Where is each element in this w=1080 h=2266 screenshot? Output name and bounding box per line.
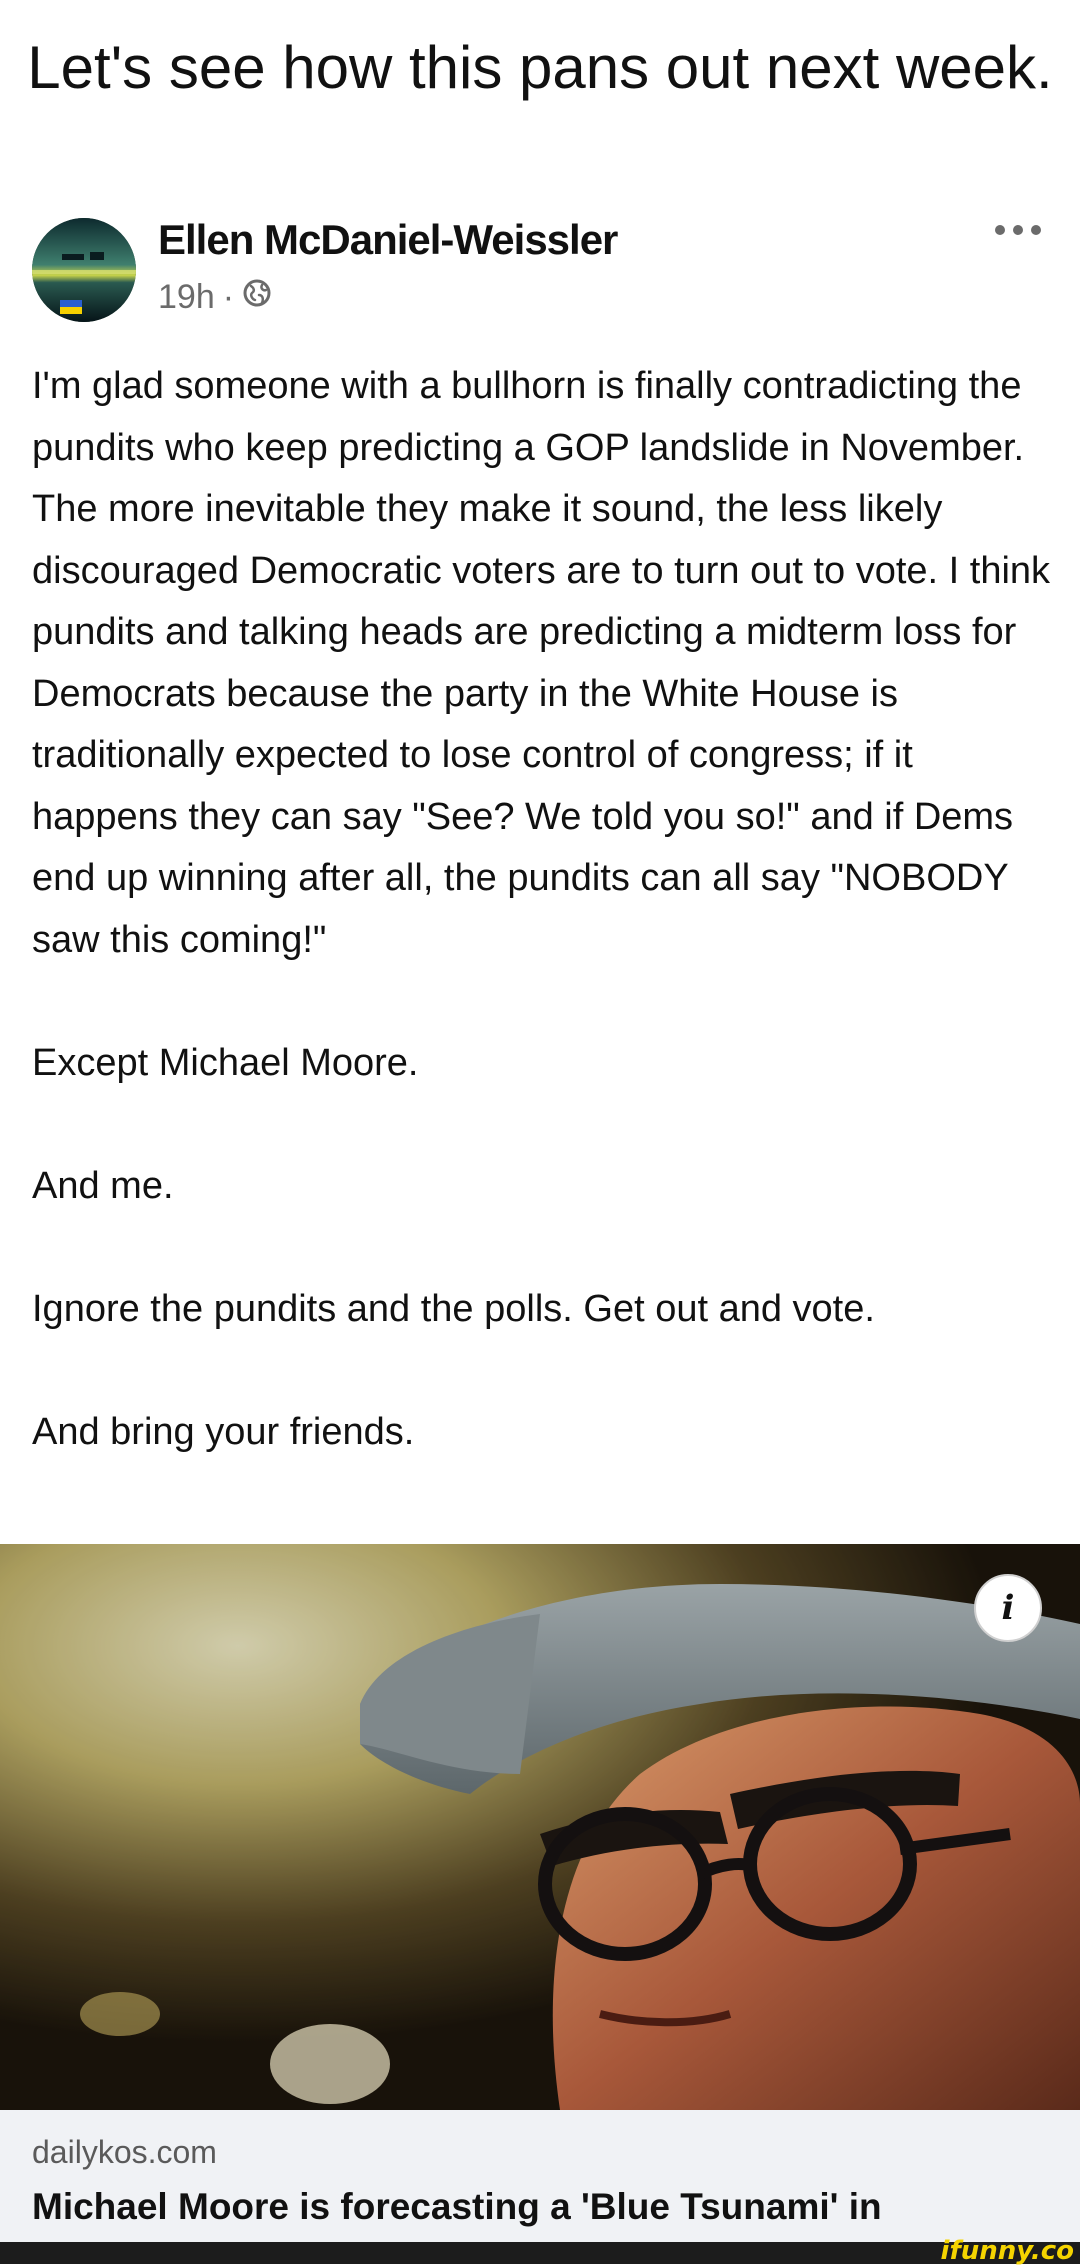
post-meta: 19h · — [158, 278, 272, 317]
post-time[interactable]: 19h — [158, 278, 215, 317]
post-paragraph: Except Michael Moore. — [32, 1041, 419, 1084]
post-paragraph: And me. — [32, 1164, 174, 1207]
post-header: Ellen McDaniel-Weissler 19h · — [32, 214, 1048, 324]
post-paragraph: I'm glad someone with a bullhorn is fina… — [32, 365, 1051, 961]
meme-caption: Let's see how this pans out next week. — [27, 34, 1053, 101]
globe-icon — [242, 278, 272, 317]
ifunny-watermark: ifunny.co — [940, 2236, 1074, 2266]
link-preview-image[interactable]: i — [0, 1544, 1080, 2110]
avatar-landscape-image — [32, 218, 136, 322]
author-name[interactable]: Ellen McDaniel-Weissler — [158, 216, 618, 264]
author-avatar[interactable] — [32, 218, 136, 322]
link-preview-footer[interactable]: dailykos.com Michael Moore is forecastin… — [0, 2110, 1080, 2242]
post-paragraph: Ignore the pundits and the polls. Get ou… — [32, 1287, 875, 1330]
link-domain: dailykos.com — [32, 2134, 217, 2170]
meta-separator: · — [222, 278, 235, 316]
post-paragraph: And bring your friends. — [32, 1410, 415, 1453]
man-with-cap-photo — [0, 1544, 1080, 2110]
link-title[interactable]: Michael Moore is forecasting a 'Blue Tsu… — [32, 2186, 882, 2228]
post-text: I'm glad someone with a bullhorn is fina… — [32, 356, 1052, 1463]
more-horizontal-icon[interactable] — [988, 216, 1048, 256]
watermark-bar: ifunny.co — [0, 2236, 1080, 2266]
info-icon[interactable]: i — [974, 1574, 1042, 1642]
